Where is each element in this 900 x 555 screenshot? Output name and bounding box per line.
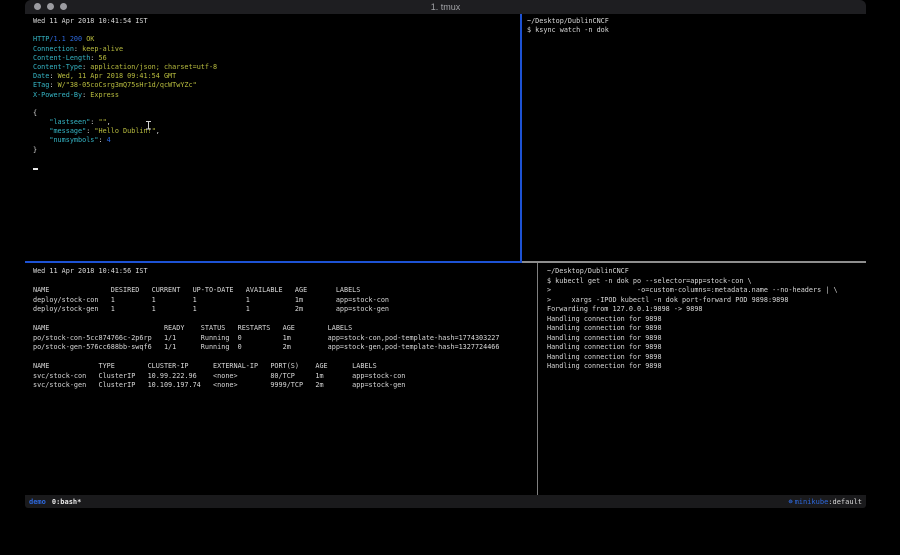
header-name: Content-Length bbox=[33, 54, 90, 62]
json-entry: "numsymbols": 4 bbox=[33, 136, 520, 145]
header-value: Express bbox=[90, 91, 119, 99]
minimize-button[interactable] bbox=[47, 3, 54, 10]
tmux-status-bar: demo 0:bash* ☸ minikube :default bbox=[25, 495, 866, 508]
json-key: "message" bbox=[49, 127, 86, 135]
http-header: ETag: W/"38-05coCsrg3mQ75sHr1d/qcWTwYZc" bbox=[33, 81, 520, 90]
http-version-code: /1.1 200 bbox=[49, 35, 82, 43]
json-entry: "lastseen": "", bbox=[33, 118, 520, 127]
kube-namespace: :default bbox=[828, 498, 862, 506]
port-forward-output: ~/Desktop/DublinCNCF $ kubectl get -n do… bbox=[547, 267, 866, 372]
ksync-output: ~/Desktop/DublinCNCF $ ksync watch -n do… bbox=[527, 17, 866, 36]
kube-context: minikube bbox=[795, 498, 829, 506]
json-key: "lastseen" bbox=[49, 118, 90, 126]
pane-ksync[interactable]: ~/Desktop/DublinCNCF $ ksync watch -n do… bbox=[522, 14, 866, 261]
status-left: demo 0:bash* bbox=[29, 498, 81, 506]
header-name: ETag bbox=[33, 81, 49, 89]
header-name: Content-Type bbox=[33, 63, 82, 71]
http-header: Content-Type: application/json; charset=… bbox=[33, 63, 520, 72]
json-close-brace: } bbox=[33, 146, 37, 154]
terminal-window: 1. tmux Wed 11 Apr 2018 10:41:54 IST HTT… bbox=[25, 0, 866, 508]
json-open-brace: { bbox=[33, 109, 37, 117]
status-right: ☸ minikube :default bbox=[788, 498, 862, 506]
http-header: Connection: keep-alive bbox=[33, 45, 520, 54]
session-name: demo bbox=[29, 498, 46, 506]
header-name: X-Powered-By bbox=[33, 91, 82, 99]
http-header: Date: Wed, 11 Apr 2018 09:41:54 GMT bbox=[33, 72, 520, 81]
pane-port-forward[interactable]: ~/Desktop/DublinCNCF $ kubectl get -n do… bbox=[538, 263, 866, 495]
close-button[interactable] bbox=[34, 3, 41, 10]
header-value: Wed, 11 Apr 2018 09:41:54 GMT bbox=[58, 72, 177, 80]
json-value: "" bbox=[98, 118, 106, 126]
http-header: Content-Length: 56 bbox=[33, 54, 520, 63]
zoom-button[interactable] bbox=[60, 3, 67, 10]
http-header: X-Powered-By: Express bbox=[33, 91, 520, 100]
header-name: Connection bbox=[33, 45, 74, 53]
mouse-ibeam-cursor bbox=[146, 121, 151, 130]
timestamp: Wed 11 Apr 2018 10:41:54 IST bbox=[33, 17, 148, 25]
tmux-content: Wed 11 Apr 2018 10:41:54 IST HTTP/1.1 20… bbox=[25, 14, 866, 495]
header-value: keep-alive bbox=[82, 45, 123, 53]
terminal-cursor bbox=[33, 168, 38, 171]
json-key: "numsymbols" bbox=[49, 136, 98, 144]
pane-http-response[interactable]: Wed 11 Apr 2018 10:41:54 IST HTTP/1.1 20… bbox=[25, 14, 520, 261]
http-protocol: HTTP bbox=[33, 35, 49, 43]
traffic-lights bbox=[34, 3, 67, 10]
header-name: Date bbox=[33, 72, 49, 80]
header-value: W/"38-05coCsrg3mQ75sHr1d/qcWTwYZc" bbox=[58, 81, 197, 89]
header-value: 56 bbox=[98, 54, 106, 62]
titlebar[interactable]: 1. tmux bbox=[25, 0, 866, 14]
json-entry: "message": "Hello Dublin!", bbox=[33, 127, 520, 136]
header-value: application/json; charset=utf-8 bbox=[90, 63, 217, 71]
http-status-line: HTTP/1.1 200 OK bbox=[33, 35, 520, 44]
json-value: 4 bbox=[107, 136, 111, 144]
window-tab[interactable]: 0:bash* bbox=[52, 498, 82, 506]
http-reason: OK bbox=[86, 35, 94, 43]
pane-kubectl-resources[interactable]: Wed 11 Apr 2018 10:41:56 IST NAME DESIRE… bbox=[25, 263, 537, 495]
kubectl-resources-output: Wed 11 Apr 2018 10:41:56 IST NAME DESIRE… bbox=[33, 267, 537, 391]
kubernetes-icon: ☸ bbox=[788, 498, 792, 506]
window-title: 1. tmux bbox=[25, 0, 866, 14]
